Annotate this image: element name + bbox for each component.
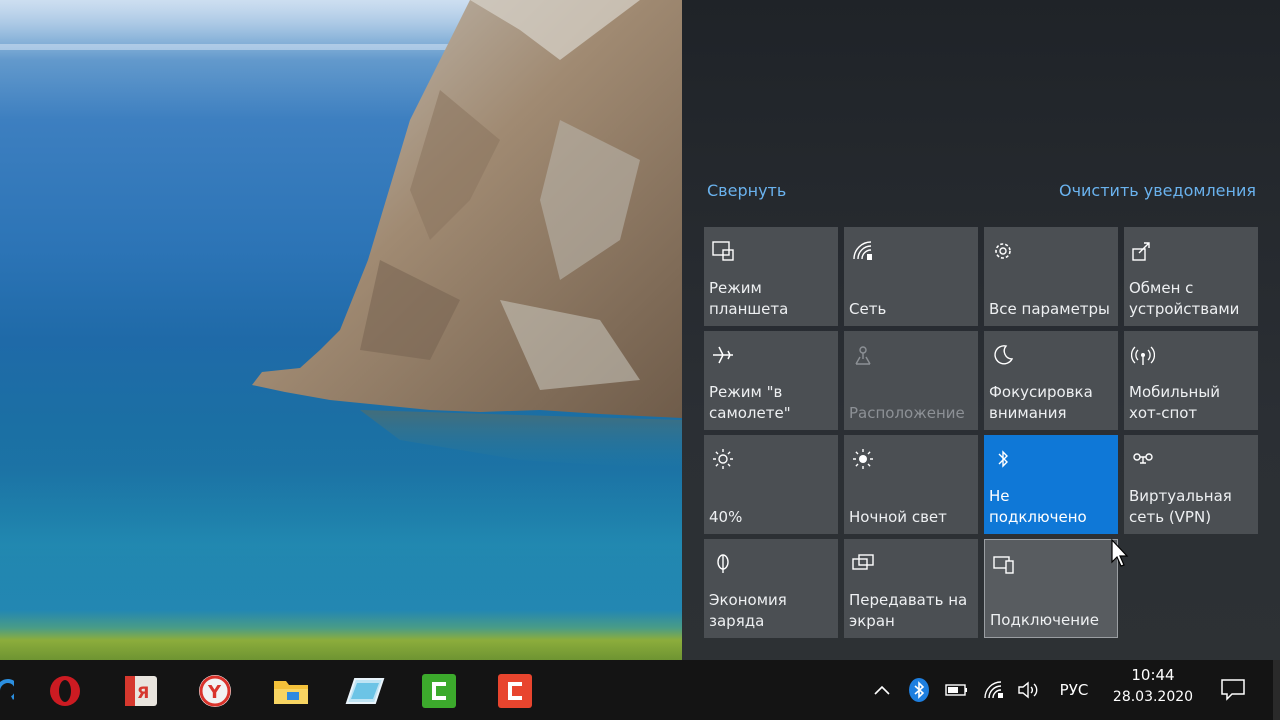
show-hidden-icons-button[interactable] bbox=[868, 660, 896, 720]
tray-volume[interactable] bbox=[1014, 660, 1044, 720]
battery-saver-icon bbox=[717, 554, 729, 573]
tile-all-settings[interactable]: Все параметры bbox=[984, 227, 1118, 326]
bluetooth-icon bbox=[998, 450, 1008, 468]
tile-label: Ночной свет bbox=[849, 508, 947, 526]
tile-label: Виртуальная сеть (VPN) bbox=[1129, 487, 1232, 526]
chevron-up-icon bbox=[874, 685, 890, 695]
hotspot-icon bbox=[1131, 346, 1155, 365]
yandex-icon: Я bbox=[125, 676, 157, 706]
network-icon bbox=[853, 241, 872, 260]
taskbar-app-5[interactable] bbox=[340, 668, 390, 714]
brightness-icon bbox=[713, 449, 733, 469]
tile-bluetooth[interactable]: Не подключено bbox=[984, 435, 1118, 534]
tile-label: Экономия заряда bbox=[709, 591, 787, 630]
tile-label: Не подключено bbox=[989, 487, 1087, 526]
tile-vpn[interactable]: Виртуальная сеть (VPN) bbox=[1124, 435, 1258, 534]
yandex-browser-icon: Y bbox=[199, 675, 231, 707]
tray-language[interactable]: РУС bbox=[1050, 660, 1098, 720]
tile-label: Обмен с устройствами bbox=[1129, 279, 1240, 318]
notification-icon bbox=[1221, 679, 1245, 701]
taskbar-app-camtasia-red[interactable] bbox=[490, 668, 540, 714]
tile-label: Режим "в самолете" bbox=[709, 383, 791, 422]
tray-bluetooth[interactable] bbox=[904, 660, 934, 720]
tile-label: Расположение bbox=[849, 404, 965, 422]
edge-icon[interactable] bbox=[0, 676, 14, 706]
action-center-panel: Свернуть Очистить уведомления Режим план… bbox=[682, 0, 1280, 660]
tile-label: Подключение bbox=[990, 611, 1099, 629]
tile-label: Режим планшета bbox=[709, 279, 789, 318]
project-icon bbox=[852, 554, 874, 570]
svg-text:Y: Y bbox=[207, 682, 222, 703]
location-icon bbox=[855, 346, 871, 365]
taskbar-app-yandex-browser[interactable]: Y bbox=[190, 668, 240, 714]
language-indicator: РУС bbox=[1059, 681, 1089, 699]
tablet-mode-icon bbox=[712, 241, 734, 261]
tile-night-light[interactable]: Ночной свет bbox=[844, 435, 978, 534]
battery-icon bbox=[945, 684, 967, 696]
tile-brightness[interactable]: 40% bbox=[704, 435, 838, 534]
nearby-sharing-icon bbox=[1132, 242, 1150, 261]
tile-airplane-mode[interactable]: Режим "в самолете" bbox=[704, 331, 838, 430]
network-tray-icon bbox=[984, 681, 1003, 699]
opera-icon bbox=[50, 676, 80, 706]
night-light-icon bbox=[853, 449, 873, 469]
show-desktop-button[interactable] bbox=[1273, 660, 1280, 720]
tile-nearby-sharing[interactable]: Обмен с устройствами bbox=[1124, 227, 1258, 326]
tile-location[interactable]: Расположение bbox=[844, 331, 978, 430]
tablet-app-icon bbox=[345, 678, 385, 704]
connect-icon bbox=[993, 556, 1014, 574]
tray-battery[interactable] bbox=[942, 660, 972, 720]
svg-text:Я: Я bbox=[137, 683, 149, 702]
vpn-icon bbox=[1133, 453, 1153, 464]
folder-icon bbox=[274, 681, 308, 704]
tile-connect[interactable]: Подключение bbox=[984, 539, 1118, 638]
tile-label: Фокусировка внимания bbox=[989, 383, 1093, 422]
clock-date: 28.03.2020 bbox=[1112, 689, 1194, 705]
tray-network[interactable] bbox=[980, 660, 1010, 720]
taskbar: Я Y РУС bbox=[0, 660, 1280, 720]
tile-label: Сеть bbox=[849, 300, 887, 318]
clear-notifications-link[interactable]: Очистить уведомления bbox=[1059, 181, 1256, 200]
tile-battery-saver[interactable]: Экономия заряда bbox=[704, 539, 838, 638]
tile-label: Передавать на экран bbox=[849, 591, 968, 630]
tile-label: Все параметры bbox=[989, 300, 1110, 318]
settings-gear-icon bbox=[995, 243, 1011, 259]
rock-cliff-image bbox=[252, 0, 682, 470]
tile-project[interactable]: Передавать на экран bbox=[844, 539, 978, 638]
camtasia-recorder-icon bbox=[422, 674, 456, 708]
tile-label: Мобильный хот-спот bbox=[1129, 383, 1220, 422]
airplane-icon bbox=[713, 346, 733, 364]
mouse-cursor-icon bbox=[1111, 538, 1129, 567]
clock[interactable]: 10:44 28.03.2020 bbox=[1106, 664, 1200, 708]
tile-mobile-hotspot[interactable]: Мобильный хот-спот bbox=[1124, 331, 1258, 430]
camtasia-studio-icon bbox=[498, 674, 532, 708]
taskbar-app-file-explorer[interactable] bbox=[266, 668, 316, 714]
desktop-wallpaper bbox=[0, 0, 682, 660]
tile-network[interactable]: Сеть bbox=[844, 227, 978, 326]
clock-time: 10:44 bbox=[1131, 666, 1175, 684]
bluetooth-tray-icon bbox=[909, 678, 929, 702]
tile-label: 40% bbox=[709, 508, 743, 526]
tile-tablet-mode[interactable]: Режим планшета bbox=[704, 227, 838, 326]
taskbar-app-camtasia-green[interactable] bbox=[414, 668, 464, 714]
tile-focus-assist[interactable]: Фокусировка внимания bbox=[984, 331, 1118, 430]
notifications-button[interactable] bbox=[1208, 660, 1258, 720]
speaker-icon bbox=[1018, 681, 1038, 699]
taskbar-app-opera[interactable] bbox=[40, 668, 90, 714]
collapse-link[interactable]: Свернуть bbox=[707, 181, 786, 200]
taskbar-app-yandex[interactable]: Я bbox=[116, 668, 166, 714]
moon-icon bbox=[994, 345, 1014, 365]
